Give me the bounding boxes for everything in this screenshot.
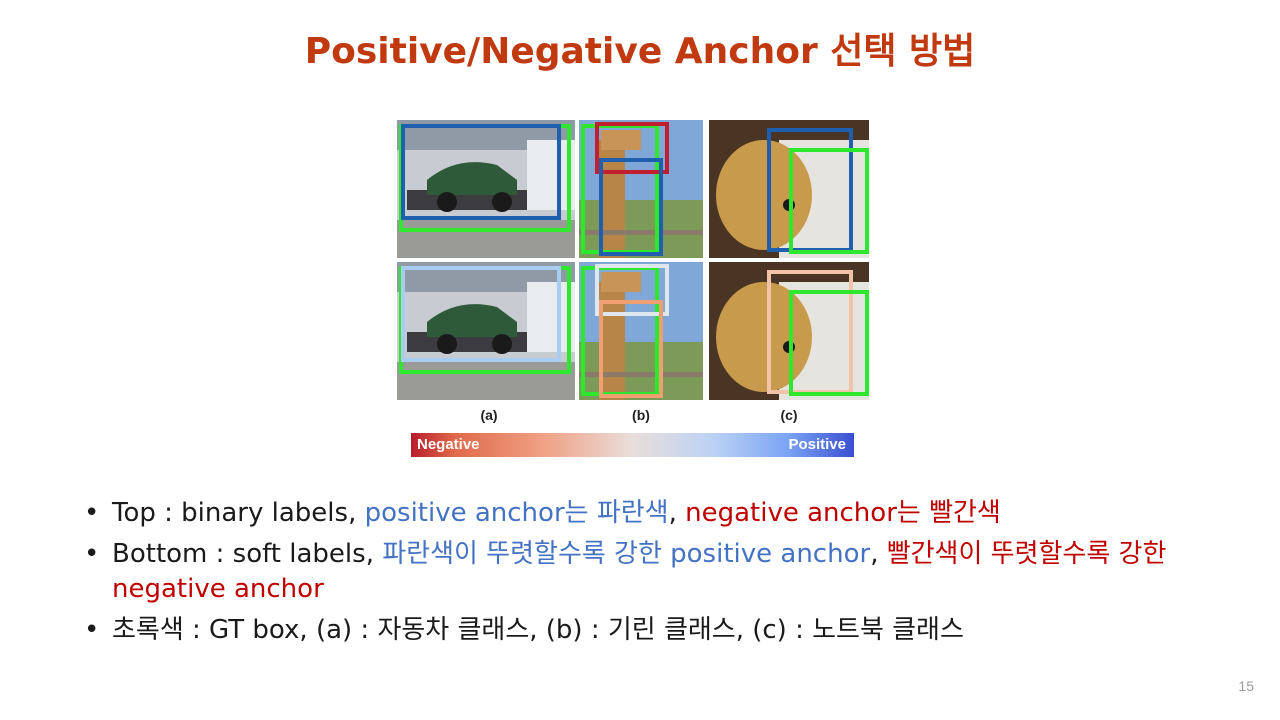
panel-label-a: (a) — [480, 407, 498, 423]
slide-title: Positive/Negative Anchor 선택 방법 — [304, 31, 976, 72]
bullet-dot: • — [84, 615, 100, 645]
bullet-dot: • — [84, 498, 100, 528]
panel-dog-bottom — [709, 262, 869, 400]
label-colorbar: Negative Positive — [411, 433, 854, 457]
panel-car-bottom — [397, 262, 575, 400]
panel-giraffe-top — [579, 120, 703, 258]
soft-positive-box — [401, 266, 561, 362]
colorbar-positive-label: Positive — [788, 436, 846, 453]
bullet-top: • Top : binary labels, positive anchor는 … — [84, 496, 1214, 531]
gt-box — [789, 148, 869, 254]
panel-giraffe-bottom — [579, 262, 703, 400]
anchor-figure: (a) (b) (c) Negative Positive — [397, 120, 869, 460]
bullet-legend: • 초록색 : GT box, (a) : 자동차 클래스, (b) : 기린 … — [84, 613, 1214, 648]
positive-anchor-box — [401, 124, 561, 220]
colorbar-negative-label: Negative — [417, 436, 480, 453]
bullet-list: • Top : binary labels, positive anchor는 … — [84, 496, 1214, 654]
bullet-legend-text: 초록색 : GT box, (a) : 자동차 클래스, (b) : 기린 클래… — [112, 615, 964, 645]
panel-label-c: (c) — [780, 407, 798, 423]
bullet-bottom-positive: 파란색이 뚜렷할수록 강한 positive anchor — [382, 539, 871, 569]
bullet-top-prefix: Top : binary labels, — [112, 498, 365, 528]
bullet-bottom-sep: , — [870, 539, 887, 569]
page-number: 15 — [1238, 678, 1254, 694]
positive-anchor-box — [599, 158, 663, 256]
panel-dog-top — [709, 120, 869, 258]
panel-car-top — [397, 120, 575, 258]
bullet-top-positive: positive anchor는 파란색 — [364, 498, 669, 528]
bullet-dot: • — [84, 539, 100, 569]
gt-box — [789, 290, 869, 396]
bullet-bottom: • Bottom : soft labels, 파란색이 뚜렷할수록 강한 po… — [84, 537, 1214, 607]
bullet-top-sep: , — [668, 498, 686, 528]
bullet-bottom-prefix: Bottom : soft labels, — [112, 539, 383, 569]
panel-label-b: (b) — [632, 407, 650, 423]
bullet-top-negative: negative anchor는 빨간색 — [685, 498, 1001, 528]
soft-negative-box — [599, 300, 663, 398]
